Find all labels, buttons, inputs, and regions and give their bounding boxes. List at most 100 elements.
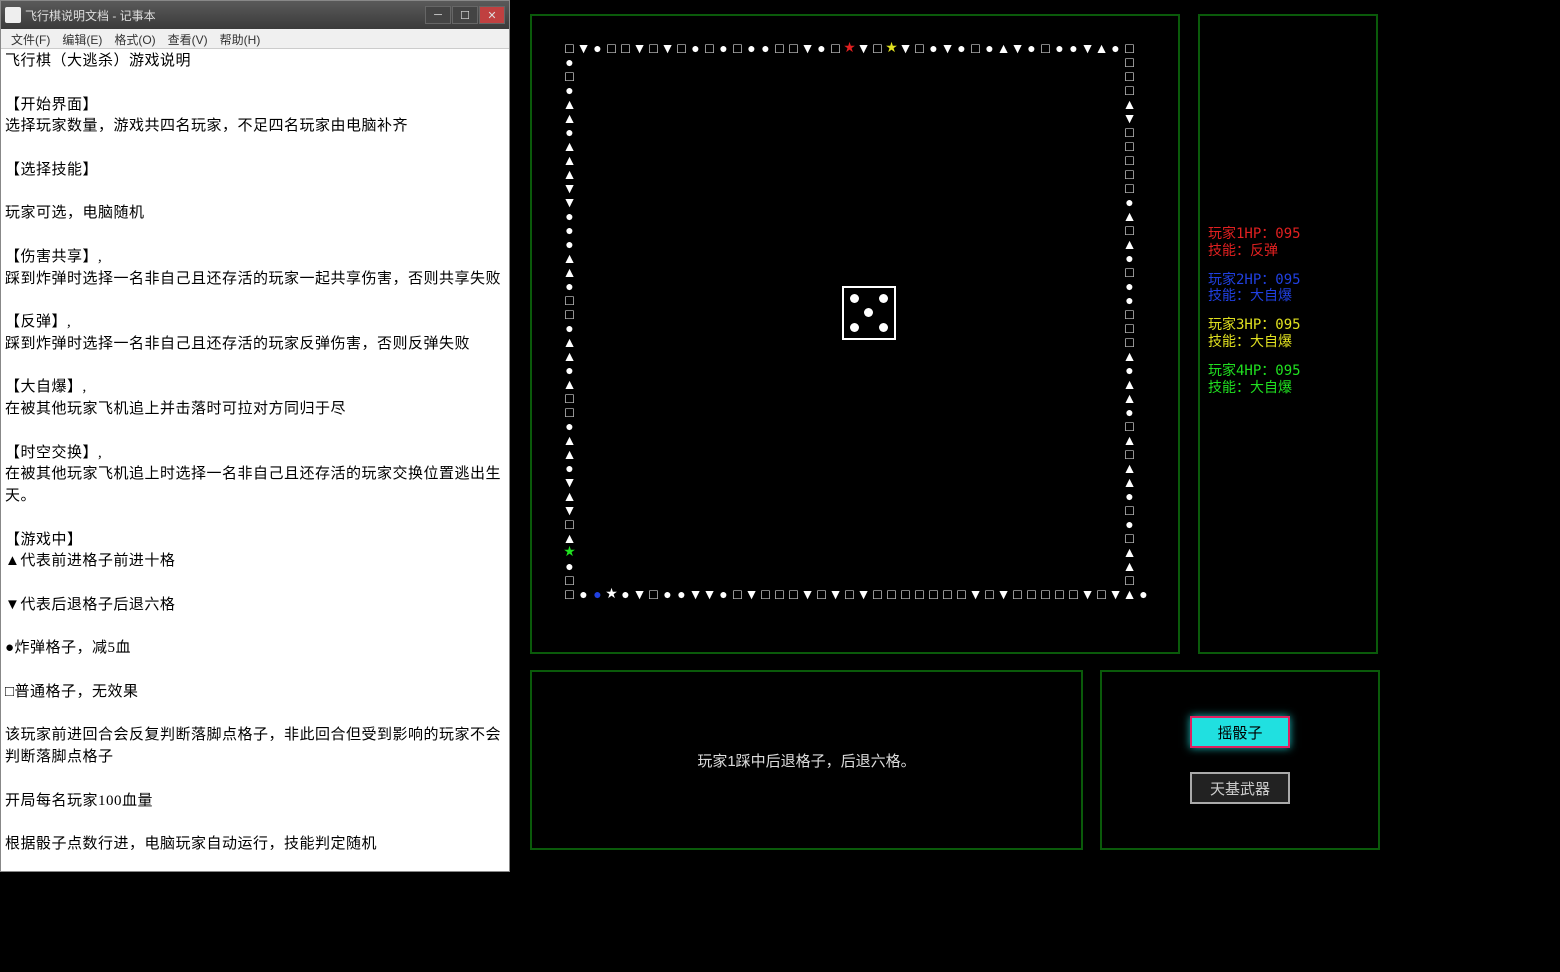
board-cell: ▼ — [632, 40, 647, 55]
board-cell: □ — [1010, 586, 1025, 601]
board-cell: ▼ — [1080, 40, 1095, 55]
board-cell: □ — [562, 586, 577, 601]
menu-help[interactable]: 帮助(H) — [214, 29, 267, 48]
board-cell: ★ — [884, 40, 899, 55]
board-cell: □ — [772, 40, 787, 55]
player-3-skill: 技能：大自爆 — [1208, 334, 1368, 351]
board-cell: □ — [1094, 586, 1109, 601]
board-cell: □ — [898, 586, 913, 601]
board-cell: ▼ — [1010, 40, 1025, 55]
board-cell: □ — [674, 40, 689, 55]
board-cell: □ — [912, 586, 927, 601]
board-cell: □ — [926, 586, 941, 601]
board-cell: ▲ — [1094, 40, 1109, 55]
board-cell: ▼ — [898, 40, 913, 55]
board-cell: □ — [786, 586, 801, 601]
board-cell: ▼ — [828, 586, 843, 601]
board-cell: □ — [604, 40, 619, 55]
board-cell: ● — [1108, 40, 1123, 55]
board-cell: ● — [716, 40, 731, 55]
board-cell: □ — [1038, 40, 1053, 55]
board-cell: ▼ — [632, 586, 647, 601]
board-cell: ● — [1052, 40, 1067, 55]
board-cell: □ — [646, 40, 661, 55]
menu-edit[interactable]: 编辑(E) — [56, 29, 108, 48]
board-cell: □ — [842, 586, 857, 601]
player-1-info: 玩家1HP：095 技能：反弹 — [1208, 226, 1368, 260]
board-cell: ▼ — [744, 586, 759, 601]
board-cell: ● — [954, 40, 969, 55]
action-panel: 摇骰子 天基武器 — [1100, 670, 1380, 850]
board-cell: ▼ — [576, 40, 591, 55]
board-cell: □ — [730, 586, 745, 601]
board-cell: ▼ — [800, 586, 815, 601]
board-cell: ● — [744, 40, 759, 55]
player-4-hp: 玩家4HP：095 — [1208, 363, 1368, 380]
board-cell: □ — [884, 586, 899, 601]
board-cell: □ — [1024, 586, 1039, 601]
board-cell: □ — [562, 572, 577, 587]
player-1-hp: 玩家1HP：095 — [1208, 226, 1368, 243]
board-cell: ▼ — [856, 586, 871, 601]
dice — [842, 286, 896, 340]
board-cell: ● — [1024, 40, 1039, 55]
board-cell: ▲ — [996, 40, 1011, 55]
board-cell: ▼ — [1080, 586, 1095, 601]
titlebar[interactable]: 飞行棋说明文档 - 记事本 ─ ☐ ✕ — [1, 1, 509, 29]
board-cell: ▼ — [1108, 586, 1123, 601]
player-info-panel: 玩家1HP：095 技能：反弹 玩家2HP：095 技能：大自爆 玩家3HP：0… — [1198, 14, 1378, 654]
board-cell: ▼ — [856, 40, 871, 55]
player-2-hp: 玩家2HP：095 — [1208, 272, 1368, 289]
board-cell: □ — [702, 40, 717, 55]
board-cell: ● — [660, 586, 675, 601]
board-cell: ● — [758, 40, 773, 55]
notepad-body[interactable]: 飞行棋（大逃杀）游戏说明 【开始界面】 选择玩家数量，游戏共四名玩家，不足四名玩… — [1, 49, 509, 871]
board-cell: □ — [646, 586, 661, 601]
board-cell: □ — [828, 40, 843, 55]
board-cell: ▼ — [702, 586, 717, 601]
board-cell: ● — [590, 40, 605, 55]
board-cell: ▼ — [660, 40, 675, 55]
menu-format[interactable]: 格式(O) — [108, 29, 161, 48]
board-cell: □ — [730, 40, 745, 55]
board-cell: ▼ — [996, 586, 1011, 601]
board-cell: ▼ — [800, 40, 815, 55]
roll-dice-button[interactable]: 摇骰子 — [1190, 716, 1290, 748]
maximize-button[interactable]: ☐ — [452, 6, 478, 24]
player-3-hp: 玩家3HP：095 — [1208, 317, 1368, 334]
player-1-skill: 技能：反弹 — [1208, 243, 1368, 260]
menu-file[interactable]: 文件(F) — [5, 29, 56, 48]
board-cell: ▲ — [1122, 586, 1137, 601]
board-cell: ● — [982, 40, 997, 55]
window-title: 飞行棋说明文档 - 记事本 — [25, 7, 425, 24]
board-cell: ● — [716, 586, 731, 601]
board-cell: □ — [786, 40, 801, 55]
board-cell: ● — [814, 40, 829, 55]
board-cell: □ — [814, 586, 829, 601]
board-cell: ● — [674, 586, 689, 601]
board-cell: □ — [954, 586, 969, 601]
board-cell: □ — [618, 40, 633, 55]
player-2-info: 玩家2HP：095 技能：大自爆 — [1208, 272, 1368, 306]
player-4-info: 玩家4HP：095 技能：大自爆 — [1208, 363, 1368, 397]
board-cell: □ — [758, 586, 773, 601]
board-cell: ● — [1066, 40, 1081, 55]
log-panel: 玩家1踩中后退格子，后退六格。 — [530, 670, 1083, 850]
board-cell: ▼ — [688, 586, 703, 601]
menu-view[interactable]: 查看(V) — [162, 29, 214, 48]
board-cell: □ — [870, 40, 885, 55]
board-cell: □ — [968, 40, 983, 55]
board-cell: ● — [688, 40, 703, 55]
close-button[interactable]: ✕ — [479, 6, 505, 24]
board-cell: ▼ — [968, 586, 983, 601]
board-cell: □ — [940, 586, 955, 601]
board-cell: □ — [982, 586, 997, 601]
board-cell: ● — [1136, 586, 1151, 601]
player-3-info: 玩家3HP：095 技能：大自爆 — [1208, 317, 1368, 351]
notepad-icon — [5, 7, 21, 23]
board-cell: ▼ — [940, 40, 955, 55]
game-board: □▼●□□▼□▼□●□●□●●□□▼●□★▼□★▼□●▼●□●▲▼●□●●▼▲●… — [530, 14, 1180, 654]
minimize-button[interactable]: ─ — [425, 6, 451, 24]
board-cell: ● — [926, 40, 941, 55]
cheat-button[interactable]: 天基武器 — [1190, 772, 1290, 804]
